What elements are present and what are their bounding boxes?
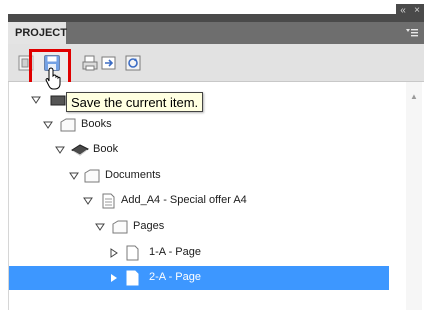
window-top-strip [8, 14, 424, 22]
expanded-triangle-icon[interactable] [95, 222, 105, 232]
expanded-triangle-icon[interactable] [55, 145, 65, 155]
tree-row-label: Documents [105, 169, 161, 181]
project-icon [50, 95, 66, 106]
export-icon[interactable] [100, 54, 118, 72]
book-icon [71, 144, 89, 156]
folder-icon [84, 169, 100, 183]
tree-row-books[interactable]: Books [9, 113, 389, 137]
tree-row-label: 2-A - Page [149, 271, 201, 283]
window-controls: « × [396, 4, 424, 20]
tree-row-label: Pages [133, 220, 165, 232]
project-panel: « × PROJECT ▲ Books Book Documents Add_A… [0, 0, 430, 310]
collapsed-triangle-icon[interactable] [109, 273, 119, 283]
refresh-icon[interactable] [124, 54, 142, 72]
tree-row-pages[interactable]: Pages [9, 215, 389, 239]
tree-row-label: 1-A - Page [149, 246, 201, 258]
page-icon [126, 270, 139, 286]
tree-row-book[interactable]: Book [9, 138, 389, 162]
panel-tab-bar: PROJECT [8, 22, 424, 44]
expanded-triangle-icon[interactable] [43, 120, 53, 130]
collapse-button[interactable]: « [396, 4, 410, 18]
panel-menu-icon[interactable] [404, 25, 420, 41]
save-tooltip: Save the current item. [66, 92, 204, 112]
expanded-triangle-icon[interactable] [69, 171, 79, 181]
print-icon[interactable] [81, 54, 99, 72]
tree-scrollbar[interactable]: ▲ [406, 82, 422, 310]
close-button[interactable]: × [410, 4, 424, 18]
tree-row-add-a4[interactable]: Add_A4 - Special offer A4 [9, 189, 389, 213]
page-icon [126, 245, 139, 261]
tree-row-page-2a[interactable]: 2-A - Page [9, 266, 389, 290]
hand-cursor-icon [45, 67, 61, 90]
collapsed-triangle-icon[interactable] [109, 248, 119, 258]
folder-icon [112, 220, 128, 234]
tab-project[interactable]: PROJECT [8, 22, 67, 44]
expanded-triangle-icon[interactable] [31, 95, 41, 105]
tree-row-label: Books [81, 118, 112, 130]
folder-icon [60, 118, 76, 132]
tree-row-label: Add_A4 - Special offer A4 [121, 194, 247, 206]
tree-row-documents[interactable]: Documents [9, 164, 389, 188]
project-tree: ▲ Books Book Documents Add_A4 - Special … [8, 82, 424, 310]
tree-row-label: Book [93, 143, 119, 155]
expanded-triangle-icon[interactable] [83, 196, 93, 206]
tree-row-page-1a[interactable]: 1-A - Page [9, 241, 389, 265]
scroll-up-arrow-icon[interactable]: ▲ [406, 92, 422, 102]
document-icon [102, 193, 115, 209]
